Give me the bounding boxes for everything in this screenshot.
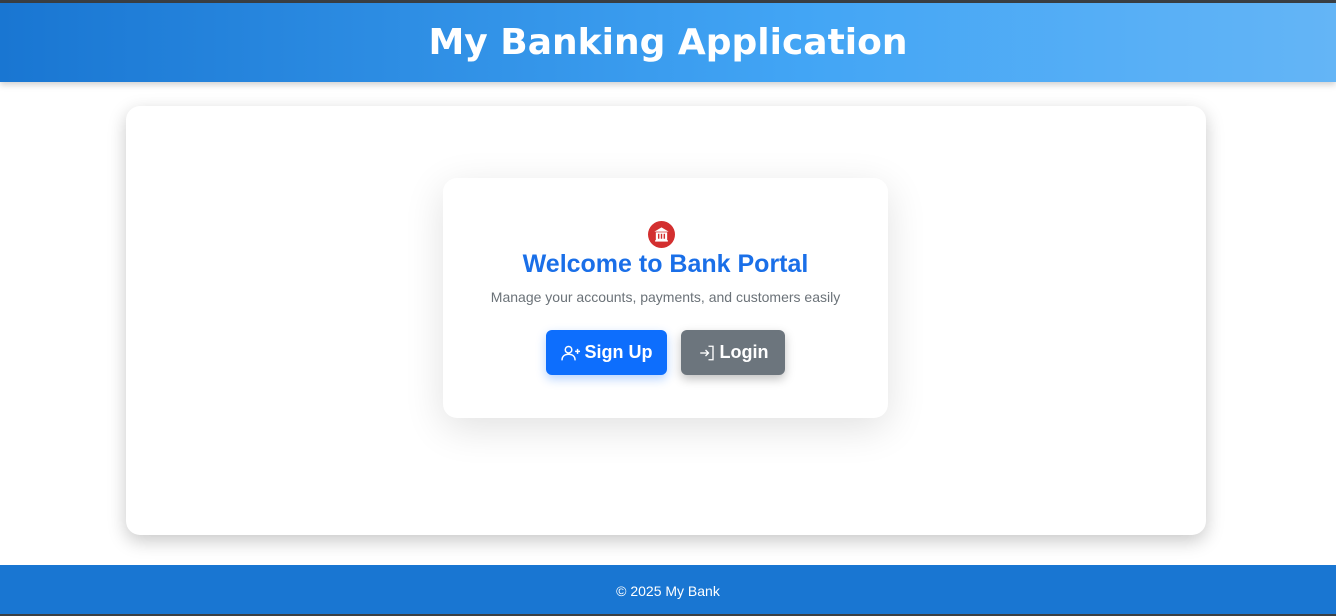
sign-up-label: Sign Up	[584, 342, 653, 362]
bank-icon	[648, 221, 675, 248]
app-footer: © 2025 My Bank	[0, 565, 1336, 616]
login-arrow-icon	[698, 344, 716, 362]
app-title: My Banking Application	[428, 22, 908, 63]
app-header: My Banking Application	[0, 3, 1336, 82]
welcome-title: Welcome to Bank Portal	[522, 250, 809, 278]
login-label: Login	[719, 342, 769, 362]
main-card: Welcome to Bank Portal Manage your accou…	[126, 106, 1206, 535]
footer-copyright: © 2025 My Bank	[616, 582, 720, 599]
user-plus-icon	[560, 344, 581, 362]
sign-up-button[interactable]: Sign Up	[546, 330, 667, 375]
login-button[interactable]: Login	[681, 330, 785, 375]
welcome-subtitle: Manage your accounts, payments, and cust…	[490, 289, 841, 305]
welcome-panel: Welcome to Bank Portal Manage your accou…	[443, 178, 888, 418]
